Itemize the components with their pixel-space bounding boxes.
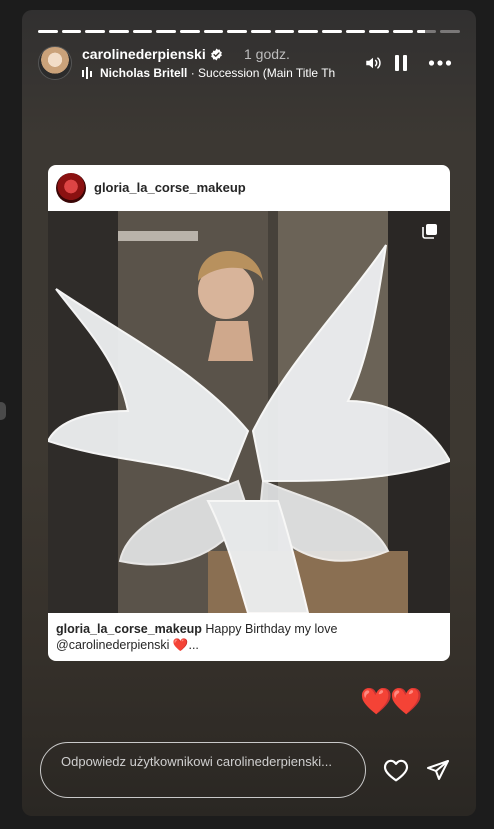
music-bars-icon xyxy=(82,67,92,79)
multiple-images-icon xyxy=(422,224,437,239)
caption-username[interactable]: gloria_la_corse_makeup xyxy=(56,622,202,636)
progress-segment xyxy=(416,30,437,33)
heart-outline-icon xyxy=(383,759,409,782)
sound-button[interactable] xyxy=(362,52,384,74)
progress-segment xyxy=(180,30,200,33)
progress-fill xyxy=(393,30,413,33)
more-options-button[interactable] xyxy=(426,52,454,74)
pause-button[interactable] xyxy=(390,52,412,74)
send-icon xyxy=(427,760,449,780)
pause-icon xyxy=(395,55,407,71)
shared-post-card[interactable]: gloria_la_corse_makeup gloria_la_corse_m… xyxy=(48,165,450,661)
progress-segment xyxy=(61,30,82,33)
progress-fill xyxy=(203,30,224,33)
progress-fill xyxy=(227,30,248,33)
progress-fill xyxy=(369,30,390,33)
story-time: 1 godz. xyxy=(244,46,290,62)
like-button[interactable] xyxy=(382,756,410,784)
send-button[interactable] xyxy=(424,756,452,784)
story-header: carolinederpienski 1 godz. Nicholas Brit… xyxy=(38,44,464,84)
progress-fill xyxy=(61,30,82,33)
more-icon xyxy=(428,60,452,66)
progress-fill xyxy=(156,30,177,33)
progress-segment xyxy=(298,30,319,33)
post-caption: gloria_la_corse_makeup Happy Birthday my… xyxy=(56,621,442,653)
photo-illustration xyxy=(48,211,450,613)
progress-fill xyxy=(38,30,58,33)
progress-segment xyxy=(322,30,342,33)
previous-story-handle[interactable] xyxy=(0,402,6,420)
progress-segment xyxy=(440,30,461,33)
progress-fill xyxy=(109,30,129,33)
progress-segment xyxy=(393,30,413,33)
music-attribution[interactable]: Nicholas Britell · Succession (Main Titl… xyxy=(82,66,340,80)
story-username[interactable]: carolinederpienski xyxy=(82,46,206,62)
story-viewer: carolinederpienski 1 godz. Nicholas Brit… xyxy=(22,10,476,816)
progress-segment xyxy=(156,30,177,33)
progress-segment xyxy=(85,30,106,33)
page: carolinederpienski 1 godz. Nicholas Brit… xyxy=(0,0,494,829)
music-separator: · xyxy=(187,66,199,80)
progress-segment xyxy=(132,30,153,33)
speaker-icon xyxy=(366,57,381,69)
progress-segment xyxy=(274,30,295,33)
progress-fill xyxy=(132,30,153,33)
progress-segment xyxy=(203,30,224,33)
reply-input[interactable] xyxy=(40,742,366,798)
progress-segment xyxy=(251,30,271,33)
progress-fill xyxy=(85,30,106,33)
music-title: Succession (Main Title Th xyxy=(198,66,336,80)
progress-fill xyxy=(274,30,295,33)
progress-segment xyxy=(38,30,58,33)
post-author-username[interactable]: gloria_la_corse_makeup xyxy=(94,180,246,195)
progress-fill xyxy=(298,30,319,33)
progress-segment xyxy=(109,30,129,33)
progress-segment xyxy=(227,30,248,33)
heart-reactions: ❤️❤️ xyxy=(360,686,423,716)
music-artist: Nicholas Britell xyxy=(100,66,188,80)
progress-segment xyxy=(369,30,390,33)
avatar[interactable] xyxy=(38,46,72,80)
progress-fill xyxy=(322,30,342,33)
progress-segment xyxy=(345,30,366,33)
post-author-avatar[interactable] xyxy=(56,173,86,203)
progress-fill xyxy=(345,30,366,33)
verified-badge-icon xyxy=(210,48,222,61)
post-photo[interactable] xyxy=(48,211,450,613)
progress-fill xyxy=(416,30,425,33)
progress-fill xyxy=(251,30,271,33)
username-row[interactable]: carolinederpienski xyxy=(82,46,223,62)
progress-fill xyxy=(180,30,200,33)
story-progress xyxy=(38,30,461,33)
shared-post-header: gloria_la_corse_makeup xyxy=(48,165,450,211)
